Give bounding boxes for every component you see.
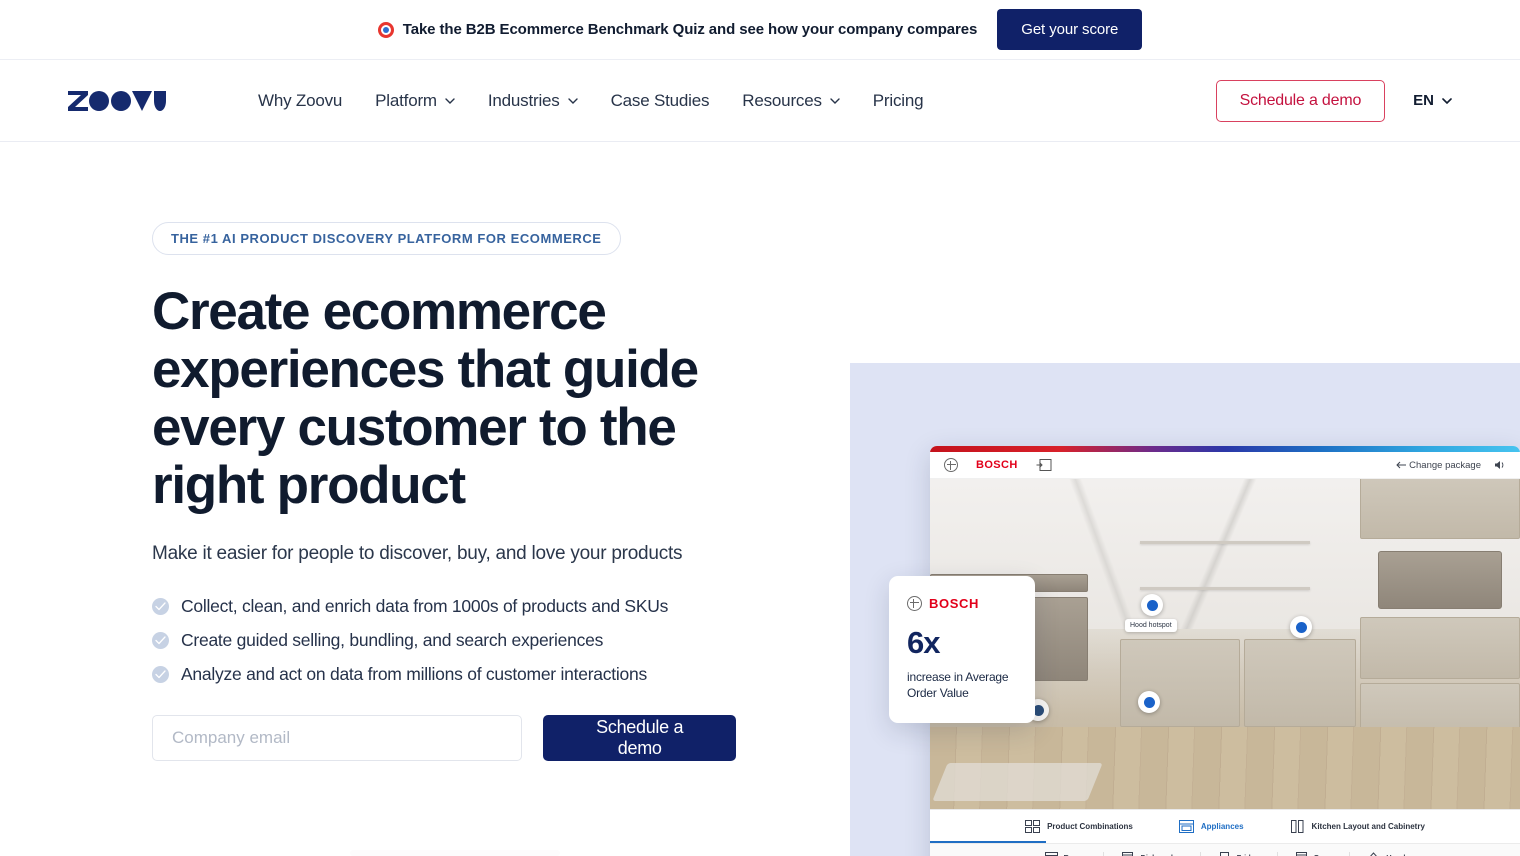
nav-label: Resources — [742, 91, 821, 111]
nav-item-why-zoovu[interactable]: Why Zoovu — [258, 91, 342, 111]
configurator-tabs: Product Combinations Appliances — [930, 809, 1520, 843]
subnav-item-oven[interactable]: Oven — [1278, 852, 1351, 856]
tab-kitchen-layout[interactable]: Kitchen Layout and Cabinetry — [1290, 820, 1425, 833]
banner-message: Take the B2B Ecommerce Benchmark Quiz an… — [378, 21, 978, 38]
tab-appliances[interactable]: Appliances — [1179, 820, 1244, 833]
tab-label: Product Combinations — [1047, 822, 1133, 832]
subnav-item-range[interactable]: Range — [1028, 852, 1105, 856]
fridge-icon — [1218, 852, 1231, 856]
wall-shelf — [1140, 541, 1310, 544]
tab-product-combinations[interactable]: Product Combinations — [1025, 820, 1133, 833]
subnav-item-dishwasher[interactable]: Dishwasher — [1104, 852, 1200, 856]
banner-text: Take the B2B Ecommerce Benchmark Quiz an… — [403, 21, 978, 38]
language-selector[interactable]: EN — [1413, 92, 1452, 109]
bosch-wordmark: BOSCH — [929, 596, 979, 611]
check-icon — [152, 632, 169, 649]
drawer — [1360, 617, 1520, 679]
base-cabinet — [1120, 639, 1240, 727]
list-item: Analyze and act on data from millions of… — [152, 664, 736, 685]
nav-label: Why Zoovu — [258, 91, 342, 111]
appliance-subnav: Range Dishwasher Fridge Oven Hood — [930, 843, 1520, 856]
nav-label: Industries — [488, 91, 560, 111]
list-item: Create guided selling, bundling, and sea… — [152, 630, 736, 651]
bosch-logo-icon — [944, 458, 958, 472]
subnav-item-fridge[interactable]: Fridge — [1201, 852, 1278, 856]
hotspot-hood[interactable] — [1141, 594, 1163, 616]
chevron-down-icon — [830, 98, 840, 104]
configurator-topbar-right: Change package — [1396, 459, 1506, 471]
arrow-left-icon — [1396, 461, 1407, 469]
cabinet-icon — [1290, 820, 1305, 833]
bosch-stat-card: BOSCH 6x increase in Average Order Value — [889, 576, 1035, 723]
chevron-down-icon — [445, 98, 455, 104]
base-cabinet — [1244, 639, 1356, 727]
nav-label: Platform — [375, 91, 437, 111]
list-item-label: Collect, clean, and enrich data from 100… — [181, 596, 668, 617]
oven-icon — [1179, 820, 1194, 833]
dishwasher-icon — [1121, 852, 1134, 856]
exit-icon[interactable] — [1036, 458, 1052, 472]
subnav-item-hood[interactable]: Hood — [1350, 852, 1422, 856]
hero-feature-list: Collect, clean, and enrich data from 100… — [152, 596, 736, 685]
stat-label: increase in Average Order Value — [907, 669, 1017, 701]
list-item: Collect, clean, and enrich data from 100… — [152, 596, 736, 617]
stat-value: 6x — [907, 628, 1017, 658]
hero-copy: THE #1 AI PRODUCT DISCOVERY PLATFORM FOR… — [68, 142, 736, 855]
chevron-down-icon — [1442, 98, 1452, 104]
nav-label: Case Studies — [611, 91, 710, 111]
get-your-score-button[interactable]: Get your score — [997, 9, 1142, 50]
wall-shelf — [1140, 587, 1310, 590]
hotspot-oven[interactable] — [1290, 616, 1312, 638]
sound-icon[interactable] — [1494, 459, 1506, 471]
check-icon — [152, 666, 169, 683]
list-item-label: Analyze and act on data from millions of… — [181, 664, 647, 685]
header-actions: Schedule a demo EN — [1216, 80, 1452, 122]
list-item-label: Create guided selling, bundling, and sea… — [181, 630, 603, 651]
stat-card-brand: BOSCH — [907, 596, 1017, 611]
hood-icon — [1367, 852, 1380, 856]
header-schedule-demo-button[interactable]: Schedule a demo — [1216, 80, 1386, 122]
oven-icon — [1295, 852, 1308, 856]
nav-item-resources[interactable]: Resources — [742, 91, 839, 111]
wall-cabinet — [1360, 479, 1520, 539]
company-email-input[interactable] — [152, 715, 522, 761]
nav-item-pricing[interactable]: Pricing — [873, 91, 924, 111]
bosch-wordmark: BOSCH — [976, 459, 1018, 471]
main-nav: Why Zoovu Platform Industries Case Studi… — [258, 91, 923, 111]
configurator-topbar: BOSCH Change package — [930, 452, 1520, 479]
grid-icon — [1025, 820, 1040, 833]
hero-section: THE #1 AI PRODUCT DISCOVERY PLATFORM FOR… — [0, 142, 1520, 855]
hotspot-tooltip: Hood hotspot — [1125, 619, 1177, 632]
range-icon — [1045, 852, 1058, 856]
built-in-oven — [1378, 551, 1502, 609]
active-tab-indicator — [930, 841, 1046, 843]
zoovu-logo[interactable] — [68, 89, 168, 113]
site-header: Why Zoovu Platform Industries Case Studi… — [0, 60, 1520, 142]
floor-rug — [932, 763, 1102, 801]
check-icon — [152, 598, 169, 615]
tab-label: Appliances — [1201, 822, 1244, 832]
hero-signup-form: Schedule a demo — [152, 715, 736, 761]
nav-item-platform[interactable]: Platform — [375, 91, 455, 111]
hero-schedule-demo-button[interactable]: Schedule a demo — [543, 715, 736, 761]
target-icon — [378, 22, 394, 38]
announcement-banner: Take the B2B Ecommerce Benchmark Quiz an… — [0, 0, 1520, 60]
hero-eyebrow-badge: THE #1 AI PRODUCT DISCOVERY PLATFORM FOR… — [152, 222, 621, 255]
change-package-label: Change package — [1409, 460, 1481, 471]
nav-label: Pricing — [873, 91, 924, 111]
nav-item-industries[interactable]: Industries — [488, 91, 578, 111]
change-package-button[interactable]: Change package — [1396, 460, 1481, 471]
hero-subheading: Make it easier for people to discover, b… — [152, 543, 736, 565]
language-label: EN — [1413, 92, 1434, 109]
chevron-down-icon — [568, 98, 578, 104]
nav-item-case-studies[interactable]: Case Studies — [611, 91, 710, 111]
page-title: Create ecommerce experiences that guide … — [152, 283, 722, 515]
page-bottom-edge — [350, 850, 560, 856]
tab-label: Kitchen Layout and Cabinetry — [1312, 822, 1425, 832]
hotspot-range[interactable] — [1138, 691, 1160, 713]
bosch-logo-icon — [907, 596, 922, 611]
